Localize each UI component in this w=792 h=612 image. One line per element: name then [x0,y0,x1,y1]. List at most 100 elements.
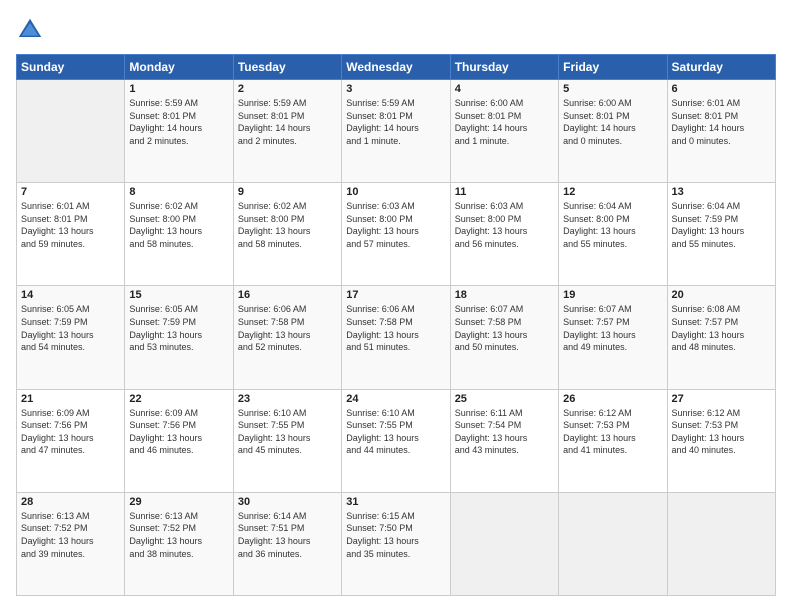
day-info: Sunrise: 6:06 AM Sunset: 7:58 PM Dayligh… [238,303,337,353]
day-cell: 13 Sunrise: 6:04 AM Sunset: 7:59 PM Dayli… [667,183,775,286]
day-cell: 6 Sunrise: 6:01 AM Sunset: 8:01 PM Daylig… [667,80,775,183]
day-info: Sunrise: 6:13 AM Sunset: 7:52 PM Dayligh… [21,510,120,560]
day-cell: 9Sunrise: 6:02 AM Sunset: 8:00 PM Daylig… [233,183,341,286]
day-cell: 18 Sunrise: 6:07 AM Sunset: 7:58 PM Dayli… [450,286,558,389]
header-cell-wednesday: Wednesday [342,55,450,80]
day-number: 17 [346,289,445,301]
day-cell: 16 Sunrise: 6:06 AM Sunset: 7:58 PM Dayli… [233,286,341,389]
day-number: 10 [346,186,445,198]
day-cell [17,80,125,183]
day-cell: 4Sunrise: 6:00 AM Sunset: 8:01 PM Daylig… [450,80,558,183]
day-info: Sunrise: 6:07 AM Sunset: 7:58 PM Dayligh… [455,303,554,353]
day-cell: 24Sunrise: 6:10 AM Sunset: 7:55 PM Dayli… [342,389,450,492]
day-info: Sunrise: 6:05 AM Sunset: 7:59 PM Dayligh… [129,303,228,353]
day-cell: 21Sunrise: 6:09 AM Sunset: 7:56 PM Dayli… [17,389,125,492]
day-number: 22 [129,393,228,405]
day-number: 18 [455,289,554,301]
day-cell: 23 Sunrise: 6:10 AM Sunset: 7:55 PM Dayli… [233,389,341,492]
week-row-2: 7Sunrise: 6:01 AM Sunset: 8:01 PM Daylig… [17,183,776,286]
day-info: Sunrise: 6:01 AM Sunset: 8:01 PM Dayligh… [672,97,771,147]
day-info: Sunrise: 6:09 AM Sunset: 7:56 PM Dayligh… [21,407,120,457]
day-info: Sunrise: 5:59 AM Sunset: 8:01 PM Dayligh… [346,97,445,147]
day-info: Sunrise: 5:59 AM Sunset: 8:01 PM Dayligh… [129,97,228,147]
day-cell: 28 Sunrise: 6:13 AM Sunset: 7:52 PM Dayli… [17,492,125,595]
day-info: Sunrise: 6:12 AM Sunset: 7:53 PM Dayligh… [563,407,662,457]
day-cell: 1 Sunrise: 5:59 AM Sunset: 8:01 PM Daylig… [125,80,233,183]
header-cell-friday: Friday [559,55,667,80]
day-number: 29 [129,496,228,508]
day-number: 6 [672,83,771,95]
day-number: 27 [672,393,771,405]
day-number: 8 [129,186,228,198]
day-number: 16 [238,289,337,301]
day-cell: 26Sunrise: 6:12 AM Sunset: 7:53 PM Dayli… [559,389,667,492]
day-number: 3 [346,83,445,95]
day-info: Sunrise: 6:03 AM Sunset: 8:00 PM Dayligh… [346,200,445,250]
logo-icon [16,16,44,44]
day-info: Sunrise: 6:00 AM Sunset: 8:01 PM Dayligh… [455,97,554,147]
day-info: Sunrise: 6:03 AM Sunset: 8:00 PM Dayligh… [455,200,554,250]
day-info: Sunrise: 6:02 AM Sunset: 8:00 PM Dayligh… [238,200,337,250]
day-cell: 7Sunrise: 6:01 AM Sunset: 8:01 PM Daylig… [17,183,125,286]
header-cell-thursday: Thursday [450,55,558,80]
day-cell: 15 Sunrise: 6:05 AM Sunset: 7:59 PM Dayli… [125,286,233,389]
day-info: Sunrise: 6:15 AM Sunset: 7:50 PM Dayligh… [346,510,445,560]
day-info: Sunrise: 6:12 AM Sunset: 7:53 PM Dayligh… [672,407,771,457]
day-cell: 3 Sunrise: 5:59 AM Sunset: 8:01 PM Daylig… [342,80,450,183]
day-info: Sunrise: 6:10 AM Sunset: 7:55 PM Dayligh… [238,407,337,457]
header-cell-sunday: Sunday [17,55,125,80]
day-number: 25 [455,393,554,405]
day-number: 14 [21,289,120,301]
day-cell: 29 Sunrise: 6:13 AM Sunset: 7:52 PM Dayli… [125,492,233,595]
day-cell: 17 Sunrise: 6:06 AM Sunset: 7:58 PM Dayli… [342,286,450,389]
day-number: 20 [672,289,771,301]
day-number: 2 [238,83,337,95]
header-cell-tuesday: Tuesday [233,55,341,80]
day-info: Sunrise: 6:14 AM Sunset: 7:51 PM Dayligh… [238,510,337,560]
day-cell: 11 Sunrise: 6:03 AM Sunset: 8:00 PM Dayli… [450,183,558,286]
day-info: Sunrise: 6:01 AM Sunset: 8:01 PM Dayligh… [21,200,120,250]
week-row-3: 14 Sunrise: 6:05 AM Sunset: 7:59 PM Dayli… [17,286,776,389]
day-info: Sunrise: 6:06 AM Sunset: 7:58 PM Dayligh… [346,303,445,353]
day-number: 30 [238,496,337,508]
day-info: Sunrise: 6:11 AM Sunset: 7:54 PM Dayligh… [455,407,554,457]
day-info: Sunrise: 5:59 AM Sunset: 8:01 PM Dayligh… [238,97,337,147]
day-cell: 8Sunrise: 6:02 AM Sunset: 8:00 PM Daylig… [125,183,233,286]
day-cell: 5 Sunrise: 6:00 AM Sunset: 8:01 PM Daylig… [559,80,667,183]
day-info: Sunrise: 6:07 AM Sunset: 7:57 PM Dayligh… [563,303,662,353]
header-cell-monday: Monday [125,55,233,80]
day-cell: 2 Sunrise: 5:59 AM Sunset: 8:01 PM Daylig… [233,80,341,183]
day-cell: 30 Sunrise: 6:14 AM Sunset: 7:51 PM Dayli… [233,492,341,595]
day-info: Sunrise: 6:13 AM Sunset: 7:52 PM Dayligh… [129,510,228,560]
day-info: Sunrise: 6:04 AM Sunset: 7:59 PM Dayligh… [672,200,771,250]
day-number: 28 [21,496,120,508]
day-number: 13 [672,186,771,198]
header-cell-saturday: Saturday [667,55,775,80]
day-cell: 22 Sunrise: 6:09 AM Sunset: 7:56 PM Dayli… [125,389,233,492]
page: SundayMondayTuesdayWednesdayThursdayFrid… [0,0,792,612]
day-cell: 14 Sunrise: 6:05 AM Sunset: 7:59 PM Dayli… [17,286,125,389]
day-number: 23 [238,393,337,405]
day-info: Sunrise: 6:05 AM Sunset: 7:59 PM Dayligh… [21,303,120,353]
header [16,16,776,44]
header-row: SundayMondayTuesdayWednesdayThursdayFrid… [17,55,776,80]
day-info: Sunrise: 6:04 AM Sunset: 8:00 PM Dayligh… [563,200,662,250]
day-cell: 19 Sunrise: 6:07 AM Sunset: 7:57 PM Dayli… [559,286,667,389]
day-number: 12 [563,186,662,198]
day-cell [450,492,558,595]
day-cell [559,492,667,595]
day-cell: 27 Sunrise: 6:12 AM Sunset: 7:53 PM Dayli… [667,389,775,492]
day-number: 5 [563,83,662,95]
day-number: 19 [563,289,662,301]
day-number: 11 [455,186,554,198]
logo [16,16,48,44]
day-number: 15 [129,289,228,301]
day-info: Sunrise: 6:09 AM Sunset: 7:56 PM Dayligh… [129,407,228,457]
day-cell [667,492,775,595]
day-number: 1 [129,83,228,95]
day-cell: 10 Sunrise: 6:03 AM Sunset: 8:00 PM Dayli… [342,183,450,286]
day-info: Sunrise: 6:10 AM Sunset: 7:55 PM Dayligh… [346,407,445,457]
week-row-4: 21Sunrise: 6:09 AM Sunset: 7:56 PM Dayli… [17,389,776,492]
calendar-table: SundayMondayTuesdayWednesdayThursdayFrid… [16,54,776,596]
day-info: Sunrise: 6:00 AM Sunset: 8:01 PM Dayligh… [563,97,662,147]
